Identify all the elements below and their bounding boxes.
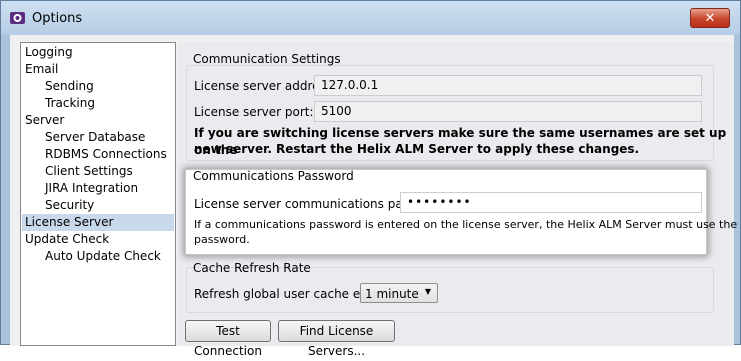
tree-item-label: Update Check <box>25 232 110 246</box>
tree-item-auto-update-check[interactable]: Auto Update Check <box>45 248 161 265</box>
tree-item-rdbms-connections[interactable]: RDBMS Connections <box>45 146 167 163</box>
port-label: License server port: <box>194 105 314 119</box>
password-value: •••••••• <box>407 195 472 209</box>
address-value: 127.0.0.1 <box>321 78 379 92</box>
tree-item-server[interactable]: Server <box>25 112 64 129</box>
port-value: 5100 <box>321 104 352 118</box>
tree-item-update-check[interactable]: Update Check <box>25 231 109 248</box>
options-window: Options ✕ Logging Email Sending Tracking… <box>0 0 741 358</box>
tree-item-client-settings[interactable]: Client Settings <box>45 163 133 180</box>
test-connection-button[interactable]: Test Connection <box>185 320 271 358</box>
tree-item-label: Client Settings <box>45 164 133 178</box>
tree-item-jira-integration[interactable]: JIRA Integration <box>45 180 138 197</box>
communication-settings-title: Communication Settings <box>193 52 341 66</box>
tree-item-label: Email <box>25 62 59 76</box>
tree-item-tracking[interactable]: Tracking <box>45 95 95 112</box>
communications-password-title: Communications Password <box>193 169 354 183</box>
tree-item-label: Server <box>25 113 65 127</box>
license-server-port-field[interactable]: 5100 <box>314 101 702 122</box>
tree-item-label: Logging <box>25 45 73 59</box>
tree-item-label: License Server <box>25 215 114 229</box>
tree-item-label: JIRA Integration <box>45 181 139 195</box>
button-label: Test Connection <box>194 324 262 358</box>
communications-password-field[interactable]: •••••••• <box>400 192 702 213</box>
switch-server-note-line2: new server. Restart the Helix ALM Server… <box>194 142 640 156</box>
chevron-down-icon: ▼ <box>424 287 431 296</box>
tree-item-security[interactable]: Security <box>45 197 94 214</box>
app-icon <box>10 12 25 24</box>
tree-item-label: Server Database <box>45 130 146 144</box>
refresh-interval-dropdown[interactable]: 1 minute ▼ <box>360 283 438 303</box>
close-icon: ✕ <box>704 11 716 26</box>
tree-item-sending[interactable]: Sending <box>45 78 94 95</box>
license-server-address-field[interactable]: 127.0.0.1 <box>314 75 702 96</box>
password-info-line1: If a communications password is entered … <box>194 218 741 231</box>
tree-item-label: Sending <box>45 79 94 93</box>
button-label: Find License Servers... <box>299 324 374 358</box>
tree-item-server-database[interactable]: Server Database <box>45 129 145 146</box>
tree-item-license-server[interactable]: License Server <box>22 214 174 231</box>
window-title: Options <box>32 11 83 26</box>
close-button[interactable]: ✕ <box>690 8 730 28</box>
tree-item-label: Auto Update Check <box>45 249 161 263</box>
cache-refresh-title: Cache Refresh Rate <box>193 261 311 275</box>
tree-item-email[interactable]: Email <box>25 61 58 78</box>
title-bar[interactable]: Options ✕ <box>1 1 740 35</box>
tree-item-label: Security <box>45 198 95 212</box>
find-license-servers-button[interactable]: Find License Servers... <box>278 320 395 358</box>
tree-item-label: RDBMS Connections <box>45 147 167 161</box>
options-category-tree[interactable]: Logging Email Sending Tracking Server Se… <box>20 42 176 346</box>
refresh-interval-value: 1 minute <box>365 287 419 301</box>
tree-item-logging[interactable]: Logging <box>25 44 73 61</box>
password-info-line2: password. <box>194 233 250 246</box>
tree-item-label: Tracking <box>45 96 95 110</box>
